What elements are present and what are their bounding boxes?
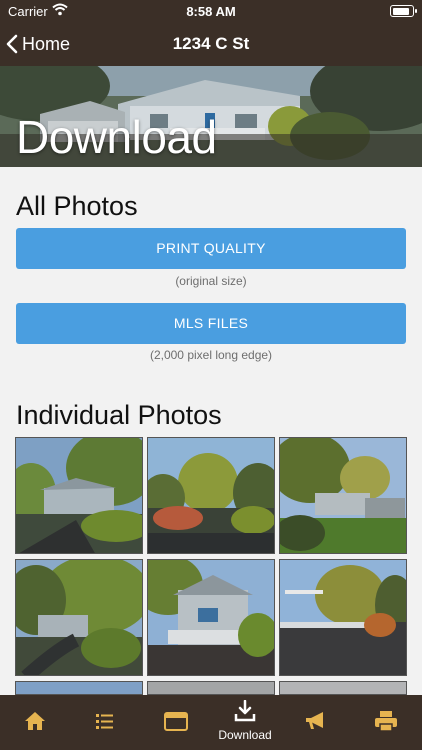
tab-bar: Download	[0, 695, 422, 750]
photo-thumbnail[interactable]	[15, 681, 143, 695]
list-icon	[96, 714, 113, 729]
battery-icon	[390, 5, 417, 17]
photo-thumbnail[interactable]	[15, 559, 143, 676]
tab-megaphone[interactable]	[280, 695, 350, 750]
battery-level	[392, 7, 409, 15]
photo-thumbnail[interactable]	[15, 437, 143, 554]
photo-thumbnail[interactable]	[147, 437, 275, 554]
download-icon	[234, 700, 256, 722]
app-screen: Carrier 8:58 AM Home 1234 C St Download …	[0, 0, 422, 750]
clock: 8:58 AM	[186, 4, 236, 19]
photo-thumbnail[interactable]	[147, 559, 275, 676]
individual-photos-heading: Individual Photos	[16, 400, 222, 430]
all-photos-heading: All Photos	[16, 191, 138, 221]
photo-thumbnail[interactable]	[147, 681, 275, 695]
print-quality-note: (original size)	[175, 274, 247, 288]
tab-browser[interactable]	[140, 695, 210, 750]
chevron-left-icon	[6, 34, 18, 54]
hero-title: Download	[16, 111, 217, 163]
browser-icon	[164, 712, 188, 731]
mls-files-note: (2,000 pixel long edge)	[149, 348, 273, 362]
status-bar: Carrier 8:58 AM	[0, 0, 422, 22]
mls-files-button[interactable]: MLS FILES	[16, 303, 406, 344]
print-quality-button[interactable]: PRINT QUALITY	[16, 228, 406, 269]
photo-thumbnail[interactable]	[279, 681, 407, 695]
back-button[interactable]: Home	[6, 31, 70, 57]
photo-thumbnail[interactable]	[279, 559, 407, 676]
tab-home[interactable]	[0, 695, 70, 750]
tab-print[interactable]	[350, 695, 420, 750]
printer-icon	[375, 711, 397, 732]
back-label: Home	[22, 33, 71, 54]
photo-thumbnail[interactable]	[279, 437, 407, 554]
tab-download-label: Download	[218, 728, 272, 742]
tab-download[interactable]: Download	[210, 695, 280, 750]
home-icon	[25, 712, 45, 730]
megaphone-icon	[306, 712, 323, 729]
navigation-bar: Home 1234 C St	[0, 22, 422, 66]
hero-banner: Download	[0, 66, 422, 167]
tab-list[interactable]	[70, 695, 140, 750]
